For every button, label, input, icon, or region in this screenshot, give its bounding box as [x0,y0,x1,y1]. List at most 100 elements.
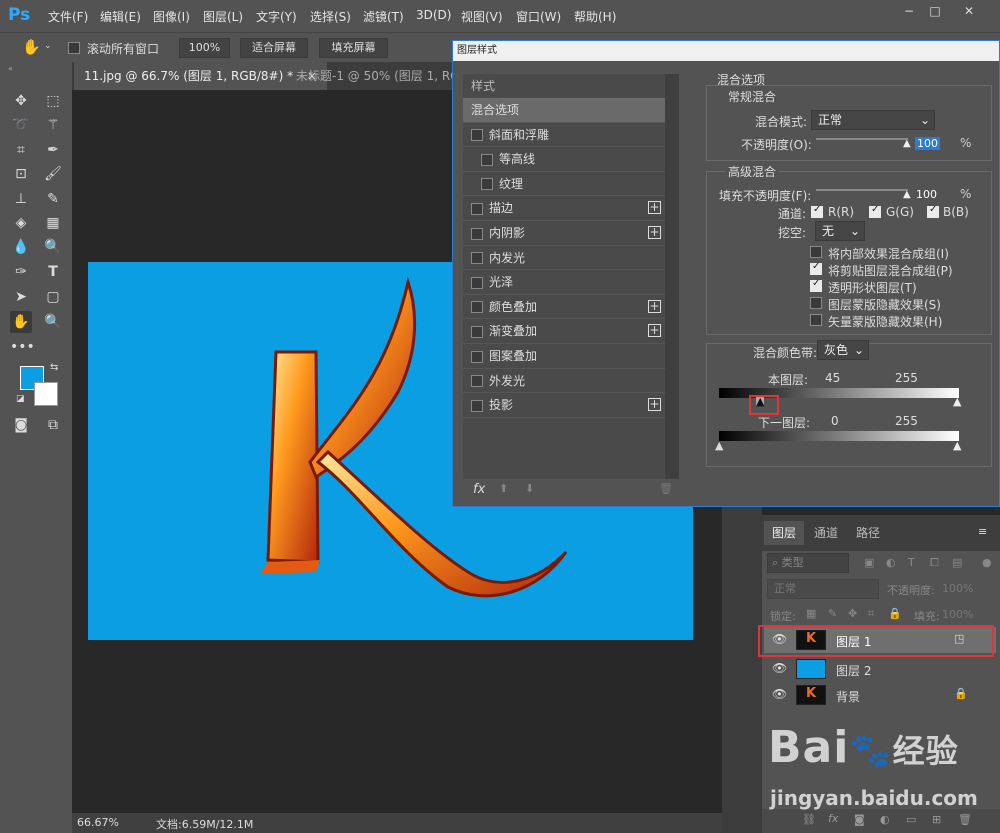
opacity-value[interactable]: 100% [942,582,973,595]
menu-3d[interactable]: 3D(D) [416,8,451,22]
type-tool-icon[interactable]: T [42,261,64,283]
default-colors-icon[interactable]: ◪ [16,394,25,404]
fx-menu-button[interactable]: fx [473,482,485,497]
layer-name[interactable]: 图层 2 [836,662,871,679]
style-row[interactable]: 描边 + [463,196,665,221]
fit-screen-button[interactable]: 适合屏幕 [240,38,308,58]
filter-image-icon[interactable]: ▣ [864,556,874,569]
style-row[interactable]: 图案叠加 [463,344,665,369]
fx-icon[interactable]: fx [828,812,838,825]
tab-layers[interactable]: 图层 [764,521,805,545]
move-up-icon[interactable]: ⬆ [499,482,508,495]
style-checkbox[interactable] [471,276,483,289]
style-checkbox[interactable] [471,375,483,388]
filter-smart-icon[interactable]: ▤ [952,556,962,569]
marquee-tool-icon[interactable]: ⬚ [42,90,64,112]
underlying-low-handle[interactable]: ▲ [715,440,723,451]
lock-move-icon[interactable]: ✥ [848,607,857,620]
add-style-icon[interactable]: + [648,324,661,338]
maximize-icon[interactable]: □ [924,4,946,18]
style-row[interactable]: 内发光 [463,246,665,271]
chevron-down-icon[interactable]: ⌄ [44,41,52,51]
lock-paint-icon[interactable]: ✎ [828,607,837,620]
underlying-gradient[interactable] [719,431,959,441]
path-select-icon[interactable]: ➤ [10,286,32,308]
menu-edit[interactable]: 编辑(E) [100,8,141,25]
fill-opacity-input[interactable]: 100 [916,188,937,201]
channel-g-checkbox[interactable] [869,204,881,218]
eraser-tool-icon[interactable]: ◈ [10,212,32,234]
healing-tool-icon[interactable]: ⊡ [10,163,32,185]
advanced-option-checkbox[interactable] [810,261,822,275]
visibility-eye-icon[interactable]: 👁 [772,687,787,701]
adjustment-layer-icon[interactable]: ◐ [880,813,890,826]
layer-row-layer2[interactable]: 👁 图层 2 [764,656,996,682]
menu-view[interactable]: 视图(V) [461,8,503,25]
filter-type-icon[interactable]: T [908,556,915,569]
panel-menu-icon[interactable]: ≡ [978,525,987,538]
blend-mode-select[interactable]: 正常 [767,579,879,599]
history-brush-icon[interactable]: ✎ [42,188,64,210]
styles-header[interactable]: 样式 [463,74,665,98]
style-checkbox[interactable] [471,129,483,142]
menu-select[interactable]: 选择(S) [310,8,351,25]
menu-layer[interactable]: 图层(L) [203,8,243,25]
blend-if-select[interactable]: 灰色 ⌄ [817,340,869,360]
collapse-icon[interactable]: « [8,64,13,73]
knockout-select[interactable]: 无 ⌄ [815,221,865,241]
move-tool-icon[interactable]: ✥ [10,90,32,112]
blur-tool-icon[interactable]: 💧 [10,236,32,258]
style-checkbox[interactable] [471,399,483,412]
gradient-tool-icon[interactable]: ▦ [42,212,64,234]
new-group-icon[interactable]: ▭ [906,813,916,826]
zoom-tool-icon[interactable]: 🔍 [42,311,64,333]
style-checkbox[interactable] [471,252,483,265]
style-checkbox[interactable] [471,202,483,215]
style-checkbox[interactable] [471,301,483,314]
delete-style-icon[interactable]: 🗑 [659,482,673,495]
advanced-option-checkbox[interactable] [810,313,822,326]
blend-mode-select[interactable]: 正常 ⌄ [811,110,935,130]
hand-tool-icon[interactable]: ✋ [10,311,32,333]
fill-screen-button[interactable]: 填充屏幕 [319,38,388,58]
menu-filter[interactable]: 滤镜(T) [363,8,404,25]
style-row[interactable]: 斜面和浮雕 [463,123,665,148]
menu-type[interactable]: 文字(Y) [256,8,297,25]
styles-scrollbar[interactable] [665,74,679,479]
menu-image[interactable]: 图像(I) [153,8,190,25]
zoom-readout[interactable]: 66.67% [77,816,119,829]
style-row[interactable]: 混合选项 [463,98,665,123]
this-layer-high-handle[interactable]: ▲ [953,396,961,407]
layer-row-background[interactable]: 👁 K 背景 🔒 [764,682,996,708]
channel-r-checkbox[interactable] [811,204,823,218]
style-checkbox[interactable] [471,227,483,240]
add-style-icon[interactable]: + [648,201,661,215]
lock-all-icon[interactable]: 🔒 [888,607,902,620]
style-row[interactable]: 外发光 [463,369,665,394]
style-checkbox[interactable] [471,350,483,363]
layer-name[interactable]: 背景 [836,688,860,705]
eyedropper-tool-icon[interactable]: ✒ [42,139,64,161]
style-checkbox[interactable] [481,153,493,166]
style-row[interactable]: 纹理 [463,172,665,197]
filter-toggle-icon[interactable]: ● [982,556,992,569]
tab-channels[interactable]: 通道 [806,521,846,545]
close-icon[interactable]: ✕ [958,4,980,18]
menu-help[interactable]: 帮助(H) [574,8,616,25]
style-checkbox[interactable] [481,178,493,191]
fill-opacity-slider[interactable] [816,189,908,191]
quick-mask-icon[interactable]: ◙ [10,414,32,436]
style-row[interactable]: 颜色叠加 + [463,295,665,320]
delete-layer-icon[interactable]: 🗑 [958,813,972,826]
style-row[interactable]: 光泽 [463,270,665,295]
lock-artboard-icon[interactable]: ⌗ [868,607,874,621]
style-row[interactable]: 投影 + [463,393,665,418]
advanced-option-checkbox[interactable] [810,245,822,258]
add-style-icon[interactable]: + [648,226,661,239]
add-style-icon[interactable]: + [648,299,661,313]
add-mask-icon[interactable]: ◙ [854,813,865,826]
fill-value[interactable]: 100% [942,608,973,621]
style-row[interactable]: 渐变叠加 + [463,319,665,344]
lasso-tool-icon[interactable]: ➰ [10,114,32,136]
brush-tool-icon[interactable]: 🖌 [42,163,64,185]
